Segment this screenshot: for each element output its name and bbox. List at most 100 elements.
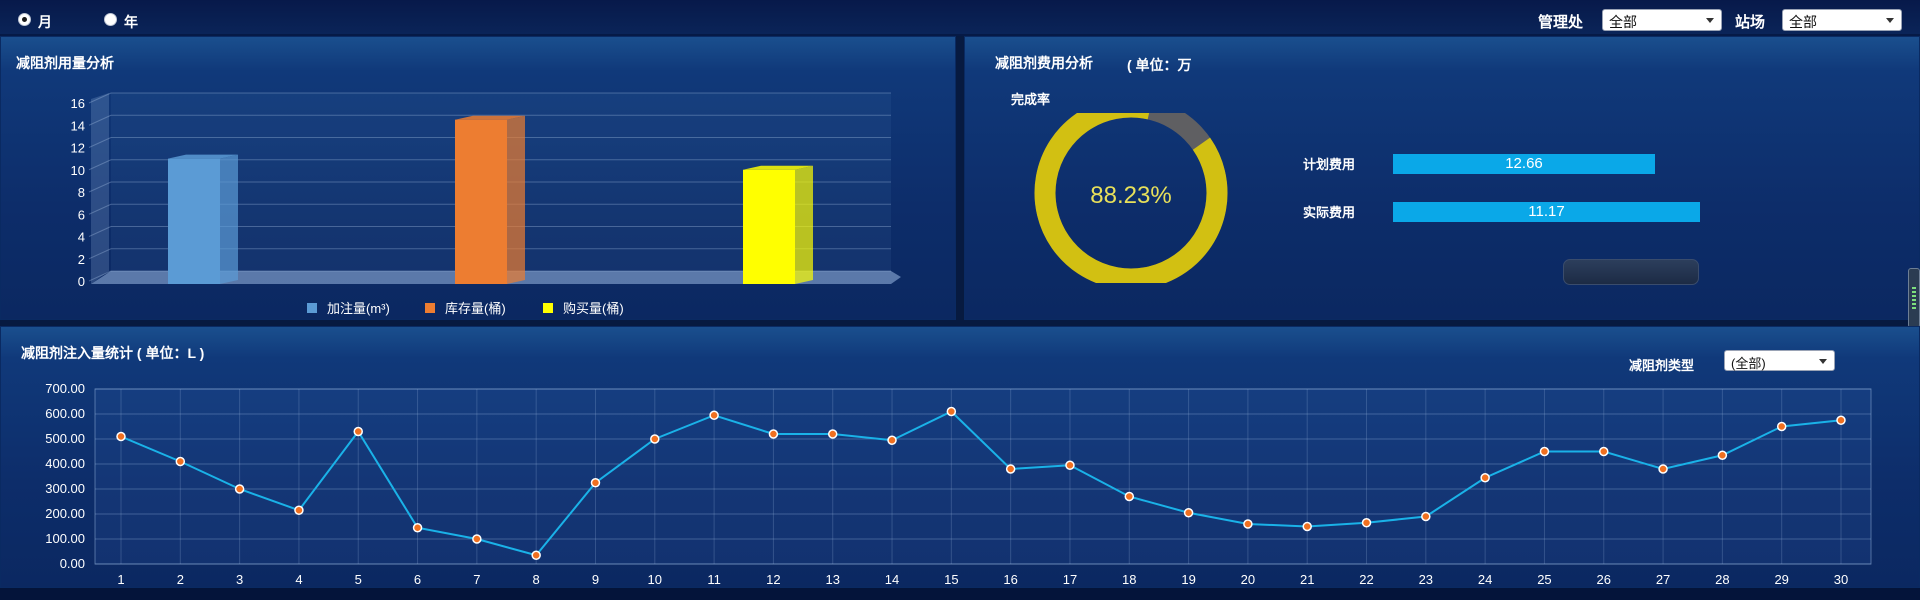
details-button[interactable] — [1563, 259, 1699, 285]
x-tick-label: 14 — [885, 572, 899, 587]
bar-side — [795, 165, 813, 284]
data-point — [709, 410, 719, 420]
cost-panel-title: 减阻剂费用分析 — [995, 55, 1093, 71]
side-wall — [91, 93, 109, 284]
legend-label: 加注量(m³) — [327, 301, 390, 316]
injection-line-chart: 0.00 100.00 200.00 300.00 400.00 500.00 600.00… — [45, 381, 1872, 587]
chevron-down-icon — [1706, 18, 1714, 23]
station-select[interactable]: 全部 — [1782, 9, 1902, 31]
data-point — [1243, 519, 1253, 529]
x-tick-label: 21 — [1300, 572, 1314, 587]
actual-cost-value: 11.17 — [1528, 203, 1565, 220]
footer-strip — [0, 588, 1920, 600]
y-tick-label: 6 — [78, 207, 85, 222]
data-point — [294, 505, 304, 515]
data-point — [1124, 491, 1135, 502]
data-point — [1005, 464, 1016, 474]
data-point — [1539, 446, 1550, 457]
x-tick-label: 17 — [1063, 572, 1077, 587]
data-point — [412, 523, 423, 533]
station-label: 站场 — [1735, 14, 1766, 31]
y-tick-label: 300.00 — [45, 481, 85, 496]
x-tick-label: 15 — [944, 572, 958, 587]
legend-swatch — [543, 303, 553, 313]
y-tick-label: 500.00 — [45, 431, 85, 446]
y-tick-label: 14 — [71, 118, 85, 133]
data-point — [531, 550, 541, 560]
x-tick-label: 30 — [1834, 572, 1848, 587]
data-point — [472, 534, 482, 544]
x-tick-label: 19 — [1181, 572, 1195, 587]
x-tick-label: 22 — [1359, 572, 1373, 587]
bar — [168, 158, 220, 284]
side-drag-handle[interactable] — [1908, 268, 1920, 328]
year-radio[interactable] — [104, 13, 117, 26]
data-point — [1836, 415, 1846, 425]
y-tick-label: 8 — [78, 185, 85, 200]
x-tick-label: 27 — [1656, 572, 1670, 587]
injection-statistics-panel: 减阻剂注入量统计 ( 单位：L ) 减阻剂类型 (全部) 0.00 100.00 2… — [0, 326, 1920, 588]
usage-bar-chart: 0 2 4 6 8 10 12 14 16 加注量(m³) 库存量(桶) 购买量(桶) — [71, 92, 901, 316]
legend-label: 库存量(桶) — [445, 301, 506, 316]
month-radio[interactable] — [18, 13, 31, 26]
data-point — [116, 431, 126, 442]
x-tick-label: 28 — [1715, 572, 1729, 587]
bar-side — [220, 154, 238, 284]
data-point — [1480, 473, 1490, 483]
y-tick-label: 700.00 — [45, 381, 85, 396]
completion-rate-value: 88.23% — [1090, 182, 1171, 209]
data-point — [887, 435, 897, 445]
x-tick-label: 29 — [1774, 572, 1788, 587]
x-tick-label: 2 — [177, 572, 184, 587]
x-tick-label: 10 — [648, 572, 662, 587]
x-tick-label: 11 — [707, 572, 721, 587]
data-point — [827, 429, 838, 439]
panel-divider — [956, 36, 964, 320]
data-point — [175, 456, 186, 467]
month-radio-label: 月 — [38, 14, 52, 30]
x-tick-label: 4 — [295, 572, 302, 587]
data-point — [590, 478, 601, 488]
y-tick-label: 600.00 — [45, 406, 85, 421]
y-tick-label: 4 — [78, 230, 85, 245]
planned-cost-label: 计划费用 — [1303, 157, 1356, 172]
x-tick-label: 6 — [414, 572, 421, 587]
bar — [743, 169, 795, 284]
planned-cost-value: 12.66 — [1505, 155, 1543, 172]
y-tick-label: 200.00 — [45, 506, 85, 521]
completion-rate-label: 完成率 — [1011, 92, 1051, 107]
data-point — [234, 484, 245, 494]
data-point — [1183, 508, 1194, 518]
x-tick-label: 24 — [1478, 572, 1492, 587]
data-point — [1065, 460, 1075, 470]
bar-side — [507, 115, 525, 284]
data-point — [946, 406, 957, 417]
x-tick-label: 26 — [1597, 572, 1611, 587]
x-tick-label: 8 — [533, 572, 540, 587]
completion-donut-chart: 88.23% — [1034, 113, 1228, 283]
x-tick-label: 20 — [1241, 572, 1255, 587]
data-point — [1776, 421, 1787, 432]
y-tick-label: 2 — [78, 252, 85, 267]
y-tick-label: 16 — [71, 96, 85, 111]
x-tick-label: 1 — [117, 572, 124, 587]
y-tick-label: 0.00 — [60, 556, 85, 571]
x-tick-label: 25 — [1537, 572, 1551, 587]
x-tick-label: 18 — [1122, 572, 1136, 587]
management-select-value: 全部 — [1609, 14, 1637, 30]
data-point — [1599, 446, 1609, 457]
data-point — [1717, 450, 1728, 460]
cost-unit-label: ( 单位：万 — [1127, 57, 1192, 73]
x-tick-label: 13 — [825, 572, 839, 587]
management-select[interactable]: 全部 — [1602, 9, 1722, 31]
y-tick-label: 12 — [71, 141, 85, 156]
x-tick-label: 3 — [236, 572, 243, 587]
y-tick-label: 100.00 — [45, 531, 85, 546]
data-point — [1658, 464, 1668, 474]
y-tick-label: 400.00 — [45, 456, 85, 471]
usage-analysis-panel: 减阻剂用量分析 0 2 4 6 8 10 12 14 16 加注量(m³) 库存量(桶) 购买量(桶) — [0, 36, 956, 320]
x-tick-label: 16 — [1003, 572, 1017, 587]
x-tick-label: 5 — [355, 572, 362, 587]
y-tick-label: 0 — [78, 274, 85, 289]
actual-cost-bar: 11.17 — [1393, 202, 1700, 222]
